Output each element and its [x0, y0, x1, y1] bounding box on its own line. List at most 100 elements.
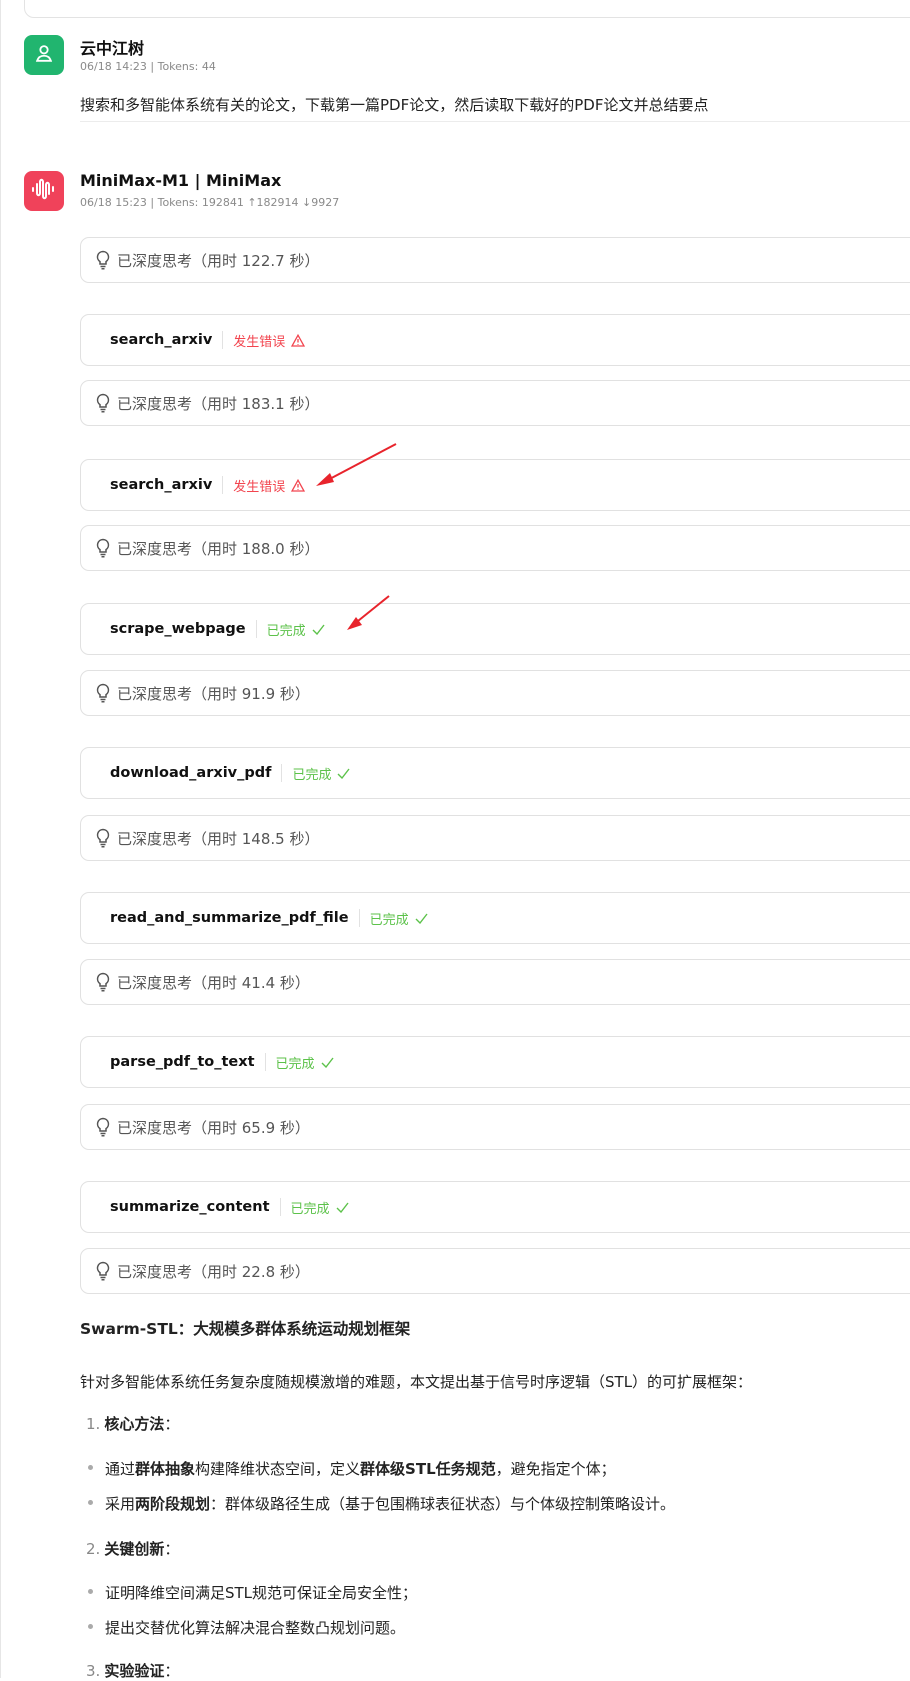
list-number: 2.: [86, 1540, 101, 1558]
thinking-label: 已深度思考（用时 91.9 秒）: [117, 684, 310, 703]
lightbulb-icon: [95, 538, 111, 558]
divider: [264, 1053, 266, 1071]
bullet-dot: [88, 1624, 93, 1629]
bullet-item: 证明降维空间满足STL规范可保证全局安全性；: [88, 1582, 417, 1603]
thinking-block[interactable]: 已深度思考（用时 148.5 秒）: [80, 815, 910, 861]
text-run: 证明降维空间满足STL规范可保证全局安全性；: [105, 1584, 418, 1602]
thinking-label: 已深度思考（用时 22.8 秒）: [117, 1262, 310, 1281]
thinking-block[interactable]: 已深度思考（用时 41.4 秒）: [80, 959, 910, 1005]
tool-call-search-arxiv[interactable]: search_arxiv 发生错误: [80, 314, 910, 366]
tool-name: search_arxiv: [110, 477, 213, 493]
list-item: 1. 核心方法：: [86, 1413, 179, 1434]
thinking-label: 已深度思考（用时 41.4 秒）: [117, 973, 310, 992]
bot-name: MiniMax-M1 | MiniMax: [80, 171, 282, 190]
bullet-dot: [88, 1500, 93, 1505]
lightbulb-icon: [95, 828, 111, 848]
checkmark-icon: [415, 913, 428, 924]
tool-name: read_and_summarize_pdf_file: [110, 910, 349, 926]
annotation-arrow: [316, 443, 397, 486]
section-colon: ：: [164, 1662, 180, 1680]
thinking-label: 已深度思考（用时 148.5 秒）: [117, 829, 320, 848]
thinking-label: 已深度思考（用时 183.1 秒）: [117, 394, 320, 413]
thinking-block[interactable]: 已深度思考（用时 91.9 秒）: [80, 670, 910, 716]
text-run: 采用: [105, 1495, 136, 1513]
tool-call-parse-pdf-to-text[interactable]: parse_pdf_to_text 已完成: [80, 1036, 910, 1088]
bullet-item: 通过群体抽象构建降维状态空间，定义群体级STL任务规范，避免指定个体；: [88, 1458, 616, 1479]
bullet-item: 采用两阶段规划：群体级路径生成（基于包围椭球表征状态）与个体级控制策略设计。: [88, 1493, 675, 1514]
list-number: 1.: [86, 1415, 101, 1433]
person-icon: [33, 42, 55, 68]
divider: [358, 909, 360, 927]
user-message-meta: 06/18 14:23 | Tokens: 44: [80, 60, 216, 73]
lightbulb-icon: [95, 393, 111, 413]
checkmark-icon: [312, 624, 325, 635]
user-message-divider: [80, 121, 910, 122]
bullet-dot: [88, 1465, 93, 1470]
annotation-arrow: [347, 595, 390, 630]
text-run: ：群体级路径生成（基于包围椭球表征状态）与个体级控制策略设计。: [210, 1495, 676, 1513]
section-colon: ：: [164, 1540, 180, 1558]
section-heading: 核心方法: [104, 1415, 165, 1433]
waveform-icon: [30, 177, 58, 205]
status-badge: 已完成: [291, 1198, 349, 1217]
left-border: [0, 0, 1, 1678]
status-badge: 已完成: [267, 620, 325, 639]
checkmark-icon: [336, 1202, 349, 1213]
tool-call-search-arxiv[interactable]: search_arxiv 发生错误: [80, 459, 910, 511]
section-colon: ：: [164, 1415, 180, 1433]
status-label: 发生错误: [233, 334, 286, 350]
thinking-label: 已深度思考（用时 122.7 秒）: [117, 251, 320, 270]
lightbulb-icon: [95, 1117, 111, 1137]
thinking-block[interactable]: 已深度思考（用时 65.9 秒）: [80, 1104, 910, 1150]
status-badge: 发生错误: [233, 331, 306, 350]
bold-text: 群体级STL任务规范: [360, 1460, 496, 1478]
thinking-block[interactable]: 已深度思考（用时 183.1 秒）: [80, 380, 910, 426]
tool-call-download-arxiv-pdf[interactable]: download_arxiv_pdf 已完成: [80, 747, 910, 799]
lightbulb-icon: [95, 1261, 111, 1281]
status-label: 已完成: [369, 912, 409, 928]
bold-text: 群体抽象: [135, 1460, 196, 1478]
answer-intro: 针对多智能体系统任务复杂度随规模激增的难题，本文提出基于信号时序逻辑（STL）的…: [80, 1373, 753, 1391]
tool-call-read-and-summarize-pdf-file[interactable]: read_and_summarize_pdf_file 已完成: [80, 892, 910, 944]
tool-name: download_arxiv_pdf: [110, 765, 272, 781]
thinking-block[interactable]: 已深度思考（用时 122.7 秒）: [80, 237, 910, 283]
bullet-dot: [88, 1589, 93, 1594]
divider: [222, 331, 224, 349]
status-label: 发生错误: [233, 479, 286, 495]
thinking-block[interactable]: 已深度思考（用时 188.0 秒）: [80, 525, 910, 571]
list-item: 2. 关键创新：: [86, 1538, 179, 1559]
divider: [279, 1198, 281, 1216]
bullet-item: 提出交替优化算法解决混合整数凸规划问题。: [88, 1617, 405, 1638]
lightbulb-icon: [95, 250, 111, 270]
status-label: 已完成: [266, 623, 306, 639]
section-heading: 关键创新: [104, 1540, 165, 1558]
status-label: 已完成: [292, 767, 332, 783]
tool-name: search_arxiv: [110, 332, 213, 348]
tool-call-summarize-content[interactable]: summarize_content 已完成: [80, 1181, 910, 1233]
text-run: 构建降维状态空间，定义: [195, 1460, 361, 1478]
status-badge: 已完成: [292, 764, 351, 783]
bot-message-meta: 06/18 15:23 | Tokens: 192841 ↑182914 ↓99…: [80, 196, 340, 209]
status-badge: 已完成: [370, 909, 428, 928]
user-avatar: [24, 35, 64, 75]
tool-name: summarize_content: [110, 1199, 270, 1215]
text-run: 通过: [105, 1460, 136, 1478]
status-badge: 已完成: [276, 1053, 334, 1072]
divider: [222, 476, 224, 494]
user-message-text: 搜索和多智能体系统有关的论文，下载第一篇PDF论文，然后读取下载好的PDF论文并…: [80, 96, 709, 114]
user-name: 云中江树: [80, 39, 145, 58]
tool-name: scrape_webpage: [110, 621, 246, 637]
text-run: ，避免指定个体；: [495, 1460, 616, 1478]
warning-triangle-icon: [291, 478, 306, 492]
thinking-block[interactable]: 已深度思考（用时 22.8 秒）: [80, 1248, 910, 1294]
lightbulb-icon: [95, 972, 111, 992]
tool-name: parse_pdf_to_text: [110, 1054, 255, 1070]
lightbulb-icon: [95, 683, 111, 703]
divider: [281, 764, 283, 782]
status-label: 已完成: [275, 1056, 315, 1072]
status-label: 已完成: [290, 1201, 330, 1217]
bold-text: 两阶段规划: [135, 1495, 211, 1513]
thinking-label: 已深度思考（用时 65.9 秒）: [117, 1118, 310, 1137]
tool-call-scrape-webpage[interactable]: scrape_webpage 已完成: [80, 603, 910, 655]
thinking-label: 已深度思考（用时 188.0 秒）: [117, 539, 320, 558]
